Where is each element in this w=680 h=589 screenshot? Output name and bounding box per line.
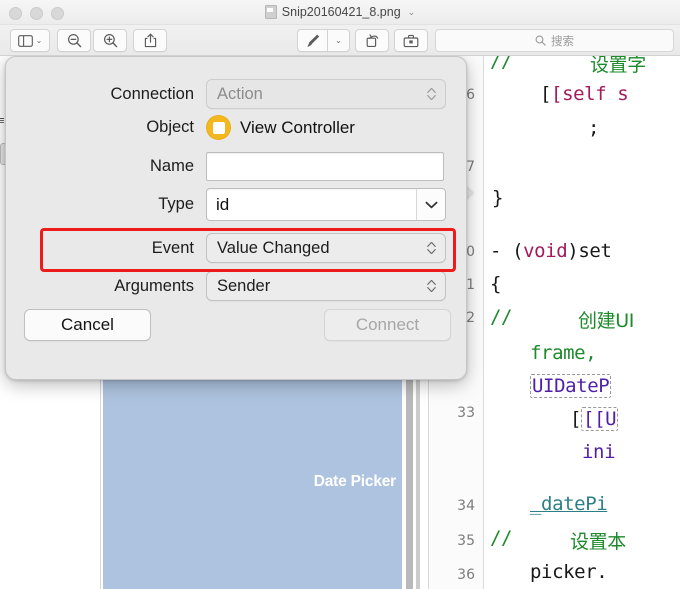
traffic-lights — [9, 7, 64, 20]
event-value: Value Changed — [217, 238, 330, 257]
code-token: 设置字 — [590, 55, 646, 76]
row-event: Event Value Changed — [6, 233, 446, 263]
connection-label: Connection — [110, 84, 194, 103]
code-token: ini — [582, 441, 616, 463]
row-name: Name — [6, 152, 456, 181]
sliver-label: ≡ — [0, 115, 5, 127]
chevron-down-icon[interactable]: ⌄ — [408, 7, 416, 18]
markup-pen-icon — [306, 34, 319, 47]
code-token: ; — [588, 117, 600, 139]
code-token: frame, — [530, 342, 608, 364]
name-input[interactable] — [206, 152, 444, 181]
name-label: Name — [149, 157, 194, 175]
page-title: Snip20160421_8.png — [281, 5, 401, 19]
canvas-scrollbar-primary[interactable] — [406, 361, 413, 589]
toolkit-button[interactable] — [394, 29, 428, 52]
code-line-26: [[self s — [540, 83, 629, 105]
search-placeholder: 搜索 — [551, 35, 574, 48]
event-label: Event — [151, 238, 194, 257]
code-line-30: - (void)set — [490, 240, 612, 262]
chevron-down-icon: ⌄ — [335, 36, 342, 45]
zoom-in-button[interactable] — [93, 29, 127, 52]
code-line-33: UIDateP — [530, 374, 612, 398]
window-toolbar: ⌄ ⌄ 搜索 — [0, 24, 680, 56]
up-down-chevron-icon — [427, 280, 436, 292]
line-number: 34 — [457, 498, 475, 514]
zoom-in-icon — [103, 33, 117, 48]
zoom-button[interactable] — [51, 7, 64, 20]
canvas-scrollbar-secondary[interactable] — [416, 361, 420, 589]
row-type: Type id — [6, 188, 456, 221]
code-token: UIDateP — [530, 374, 612, 398]
code-token: _datePi — [530, 493, 608, 515]
code-token: [[U — [581, 407, 619, 431]
image-file-icon — [264, 5, 277, 19]
cancel-button[interactable]: Cancel — [24, 309, 151, 341]
chevron-down-icon: ⌄ — [35, 36, 43, 45]
line-number: 35 — [457, 533, 475, 549]
sidebar-icon — [17, 34, 33, 47]
rotate-button[interactable] — [355, 29, 389, 52]
markup-menu-button[interactable]: ⌄ — [327, 29, 350, 52]
arguments-popup-button[interactable]: Sender — [206, 271, 446, 301]
rotate-icon — [366, 34, 378, 47]
line-number: 33 — [457, 405, 475, 421]
view-controller-icon — [206, 115, 231, 140]
connection-value: Action — [217, 84, 263, 103]
code-token: { — [490, 273, 502, 295]
preview-window: Date Picker 26 27 30 31 32 33 34 35 36 /… — [0, 0, 680, 589]
date-picker-label: Date Picker — [313, 473, 396, 490]
close-button[interactable] — [9, 7, 22, 20]
search-field[interactable]: 搜索 — [435, 29, 674, 52]
zoom-out-button[interactable] — [57, 29, 91, 52]
code-token: [self s — [551, 83, 629, 105]
connection-popup-button[interactable]: Action — [206, 79, 446, 109]
type-value: id — [216, 194, 230, 214]
code-token: // — [490, 55, 513, 72]
zoom-out-icon — [67, 33, 81, 48]
up-down-chevron-icon — [427, 242, 436, 254]
share-button[interactable] — [133, 29, 167, 52]
code-token: 创建UI — [578, 310, 634, 332]
code-token: // — [490, 306, 513, 328]
object-value[interactable]: View Controller — [240, 118, 355, 138]
row-connection: Connection Action — [6, 79, 446, 109]
code-editor[interactable]: 26 27 30 31 32 33 34 35 36 // 设置字 [[self… — [430, 55, 680, 589]
arguments-label: Arguments — [114, 276, 194, 295]
window-titlebar: Snip20160421_8.png ⌄ — [0, 0, 680, 25]
up-down-chevron-icon — [427, 88, 436, 100]
code-token: picker. — [530, 561, 608, 583]
code-token: 设置本 — [570, 531, 626, 553]
line-number: 36 — [457, 567, 475, 583]
document-title-group: Snip20160421_8.png ⌄ — [0, 0, 680, 24]
share-icon — [144, 33, 156, 48]
row-arguments: Arguments Sender — [6, 271, 446, 301]
markup-button[interactable] — [297, 29, 328, 52]
row-object: Object View Controller — [6, 115, 446, 140]
code-token: // — [490, 527, 513, 549]
sidebar-toggle-button[interactable]: ⌄ — [10, 29, 50, 52]
toolkit-icon — [403, 34, 419, 47]
code-token: } — [492, 187, 504, 209]
connect-button[interactable]: Connect — [324, 309, 451, 341]
code-line-33b: [[[U — [570, 407, 619, 431]
chevron-down-icon[interactable] — [416, 189, 445, 220]
search-icon — [535, 35, 546, 46]
date-picker-view[interactable]: Date Picker — [103, 361, 402, 589]
type-label: Type — [158, 195, 194, 213]
connection-popover: Connection Action Object View Controller… — [5, 56, 467, 380]
arguments-value: Sender — [217, 276, 271, 295]
type-combo-box[interactable]: id — [206, 188, 446, 221]
object-label: Object — [146, 118, 194, 136]
event-popup-button[interactable]: Value Changed — [206, 233, 446, 263]
minimize-button[interactable] — [30, 7, 43, 20]
